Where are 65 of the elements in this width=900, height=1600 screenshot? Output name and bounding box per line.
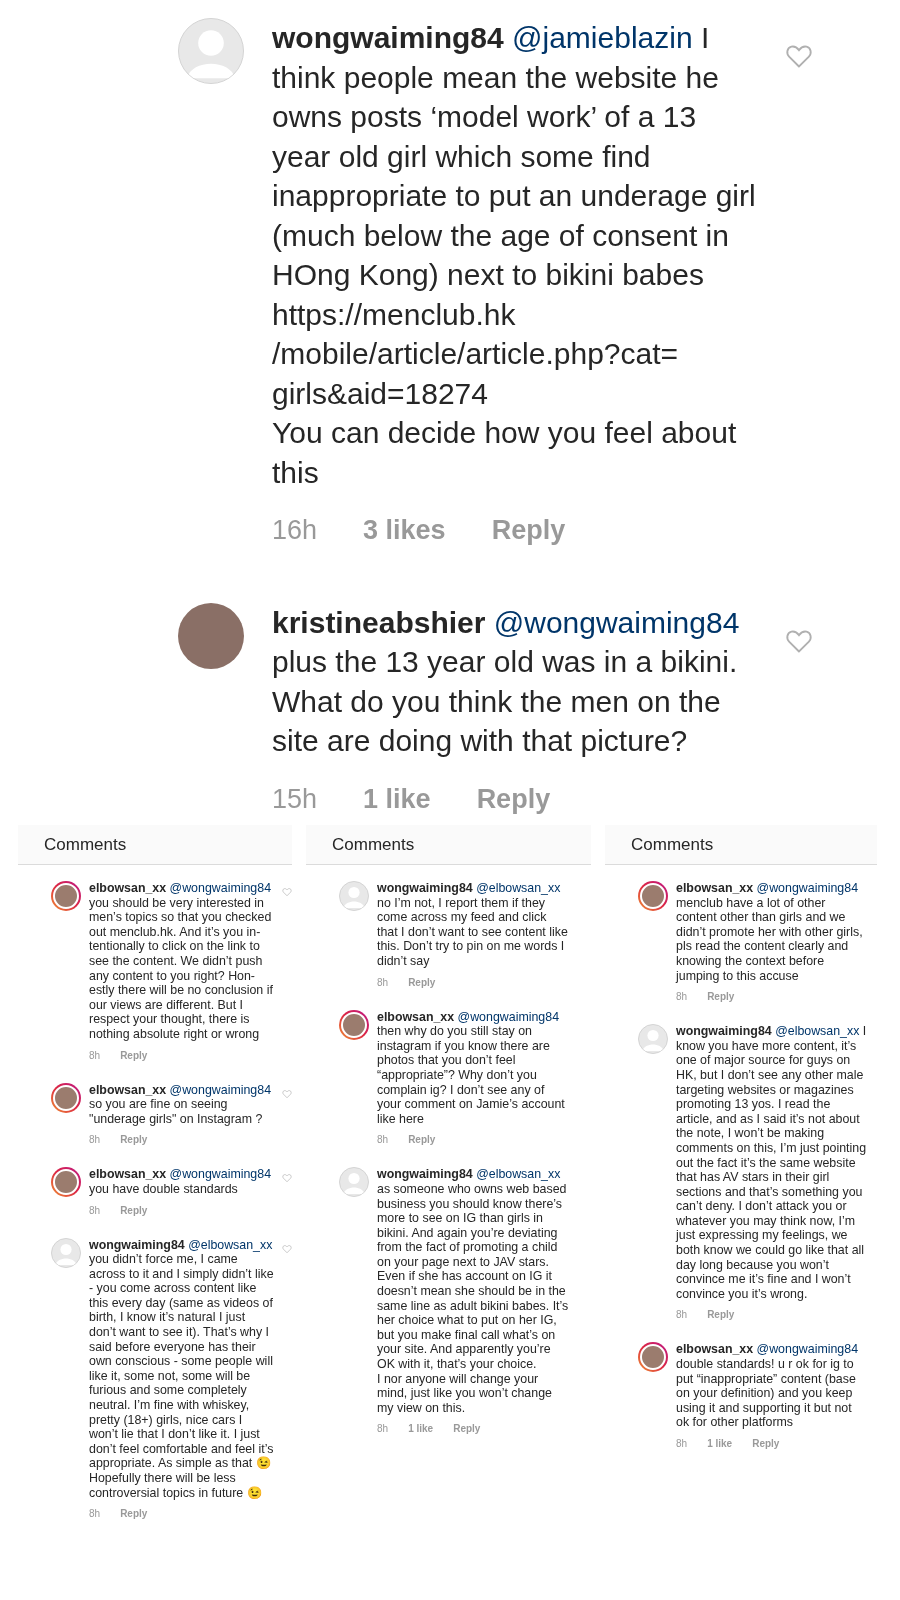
avatar-placeholder[interactable]: [638, 1024, 668, 1055]
comment-time: 8h: [676, 1308, 688, 1323]
comment-time: 16h: [272, 514, 318, 547]
mention-link[interactable]: @jamieblazin: [512, 21, 693, 54]
heart-icon[interactable]: [282, 1088, 292, 1099]
comment-text: elbowsan_xx @wongwaiming84 you should be very interested in men’s topics so that you checked out menclub.hk. And it’s you in- tentionally to click on the link to see the content. We didn’t push any content to you right? Hon- estly there will be no conclusion if our views are different. But I respect your thought, there is nothing absolute right or wrong: [89, 881, 274, 1042]
heart-icon[interactable]: [282, 1173, 292, 1184]
comment-time: 8h: [377, 1133, 389, 1148]
comment-text: wongwaiming84 @elbowsan_xx no I’m not, I report them if they come across my feed and click that I don’t want to see content like this. Don’t try to pin on me words I didn’t say: [377, 881, 569, 969]
mention-link[interactable]: @wongwaiming84: [457, 1009, 560, 1024]
avatar-photo[interactable]: [638, 881, 668, 911]
mention-link[interactable]: @wongwaiming84: [169, 1082, 272, 1097]
comment-time: 8h: [377, 975, 389, 990]
avatar-placeholder[interactable]: [339, 881, 369, 911]
comments-header: Comments: [18, 825, 292, 865]
comment-text: elbowsan_xx @wongwaiming84 double standards! u r ok for ig to put “inappropriate” content (base on your definition) and you keep using it and supporting it but not ok for other platforms: [676, 1342, 860, 1430]
comment-time: 8h: [89, 1507, 101, 1522]
avatar-photo[interactable]: [638, 1342, 668, 1373]
mention-link[interactable]: @wongwaiming84: [169, 1167, 272, 1182]
username-link[interactable]: elbowsan_xx: [89, 1082, 167, 1097]
username-link[interactable]: elbowsan_xx: [377, 1009, 455, 1024]
comment-time: 8h: [89, 1203, 101, 1218]
comment-time: 8h: [377, 1422, 389, 1437]
username-link[interactable]: wongwaiming84: [676, 1024, 772, 1039]
comment-text: wongwaiming84 @jamieblazin I think people mean the website he owns posts ‘model work’ of a 13 year old girl which some find inappropriate to put an underage girl (much below the age of consent in HOng Kong) next to bikini babes https://menclub.hk /mobile/article/article.php?cat= girls&aid=18274 You can decide how you feel about this: [272, 20, 756, 491]
comment-text: wongwaiming84 @elbowsan_xx you didn’t force me, I came across to it and I simply didn’t like - you come across content like this every day (same as videos of birth, I know it’s natural I just don’t want to see it). That’s why I said before everyone has their own conscious - some people will like it, some not, some will be furious and some completely neutral. I’m fine with whiskey, pretty (18+) girls, nice cars I won’t lie that I don’t like it. I just don’t feel comfortable and feel it’s appropriate. As simple as that 😉 Hopefully there will be less controversial topics in future 😉: [89, 1237, 274, 1501]
comment-time: 8h: [89, 1048, 101, 1063]
mention-link[interactable]: @wongwaiming84: [756, 1342, 859, 1357]
comment-text: elbowsan_xx @wongwaiming84 then why do you still stay on instagram if you know there are photos that you don’t feel “appropriate”? Why don’t you complain ig? I don’t see any of your comment on Jamie’s account like here: [377, 1009, 566, 1127]
comment-text: wongwaiming84 @elbowsan_xx I know you have more content, it’s one of major source for guys on HK, but I don’t see any other male targeting websites or magazines promoting 13 yos. I read the article, and as I said it’s not about the note, I won’t be making comments on this, I’m just pointing out the fact it’s the same website that has AV stars in their girl sections and that’s something you can’t deny. I don’t attack you or whatever you may think now, I’m just expressing my feelings, we both know we could go like that all day long because you won’t convince me it’s fine and I won’t convince you it’s wrong.: [676, 1024, 868, 1302]
heart-icon[interactable]: [282, 887, 292, 897]
username-link[interactable]: elbowsan_xx: [89, 881, 167, 895]
avatar-photo[interactable]: [51, 1167, 81, 1198]
heart-icon[interactable]: [282, 1243, 292, 1254]
comment-text: elbowsan_xx @wongwaiming84 you have double standards: [89, 1167, 273, 1197]
avatar-photo[interactable]: [339, 1009, 369, 1040]
avatar-placeholder[interactable]: [339, 1167, 369, 1198]
mention-link[interactable]: @elbowsan_xx: [775, 1024, 860, 1039]
comment-time: 15h: [272, 782, 318, 816]
username-link[interactable]: elbowsan_xx: [89, 1167, 167, 1182]
mention-link[interactable]: @elbowsan_xx: [188, 1237, 273, 1252]
username-link[interactable]: kristineabshier: [272, 605, 486, 639]
comment-text: kristineabshier @wongwaiming84 plus the 13 year old was in a bikini. What do you think the men on the site are doing with that picture?: [272, 604, 741, 759]
mention-link[interactable]: @wongwaiming84: [169, 881, 272, 895]
mention-link[interactable]: @wongwaiming84: [756, 881, 859, 895]
username-link[interactable]: wongwaiming84: [377, 881, 473, 895]
mention-link[interactable]: @elbowsan_xx: [476, 881, 561, 895]
username-link[interactable]: elbowsan_xx: [676, 1342, 754, 1357]
username-link[interactable]: wongwaiming84: [89, 1237, 185, 1252]
comment-text: elbowsan_xx @wongwaiming84 menclub have a lot of other content other than girls and we didn’t promote her with other girls, pls read the content clearly and knowing the context before jumping to this accuse: [676, 881, 864, 984]
comment-text: wongwaiming84 @elbowsan_xx as someone who owns web based business you should know there’s more to see on IG than girls in bikini. And again you’re deviating from the fact of promoting a child on your page next to JAV stars. Even if she has account on IG it doesn’t mean she should be in the same line as adult bikini babes. It’s her choice what to put on her IG, but you make final call what’s on your site. And apparently you’re OK with it, that’s your choice. I nor anyone will change your mind, just like you won’t change my view on this.: [377, 1167, 569, 1416]
comment-time: 8h: [89, 1133, 101, 1148]
avatar-photo[interactable]: [51, 1082, 81, 1113]
comments-header: Comments: [306, 825, 591, 865]
comment-time: 8h: [676, 1437, 688, 1451]
comment-text: elbowsan_xx @wongwaiming84 so you are fine on seeing "underage girls" on Instagram ?: [89, 1082, 273, 1127]
mention-link[interactable]: @wongwaiming84: [493, 605, 740, 639]
username-link[interactable]: wongwaiming84: [377, 1167, 473, 1182]
comment-time: 8h: [676, 990, 688, 1005]
avatar-placeholder[interactable]: [51, 1237, 81, 1268]
avatar-photo[interactable]: [51, 881, 81, 911]
username-link[interactable]: elbowsan_xx: [676, 881, 754, 895]
mention-link[interactable]: @elbowsan_xx: [476, 1167, 561, 1182]
username-link[interactable]: wongwaiming84: [272, 21, 504, 54]
comments-header: Comments: [605, 825, 877, 865]
